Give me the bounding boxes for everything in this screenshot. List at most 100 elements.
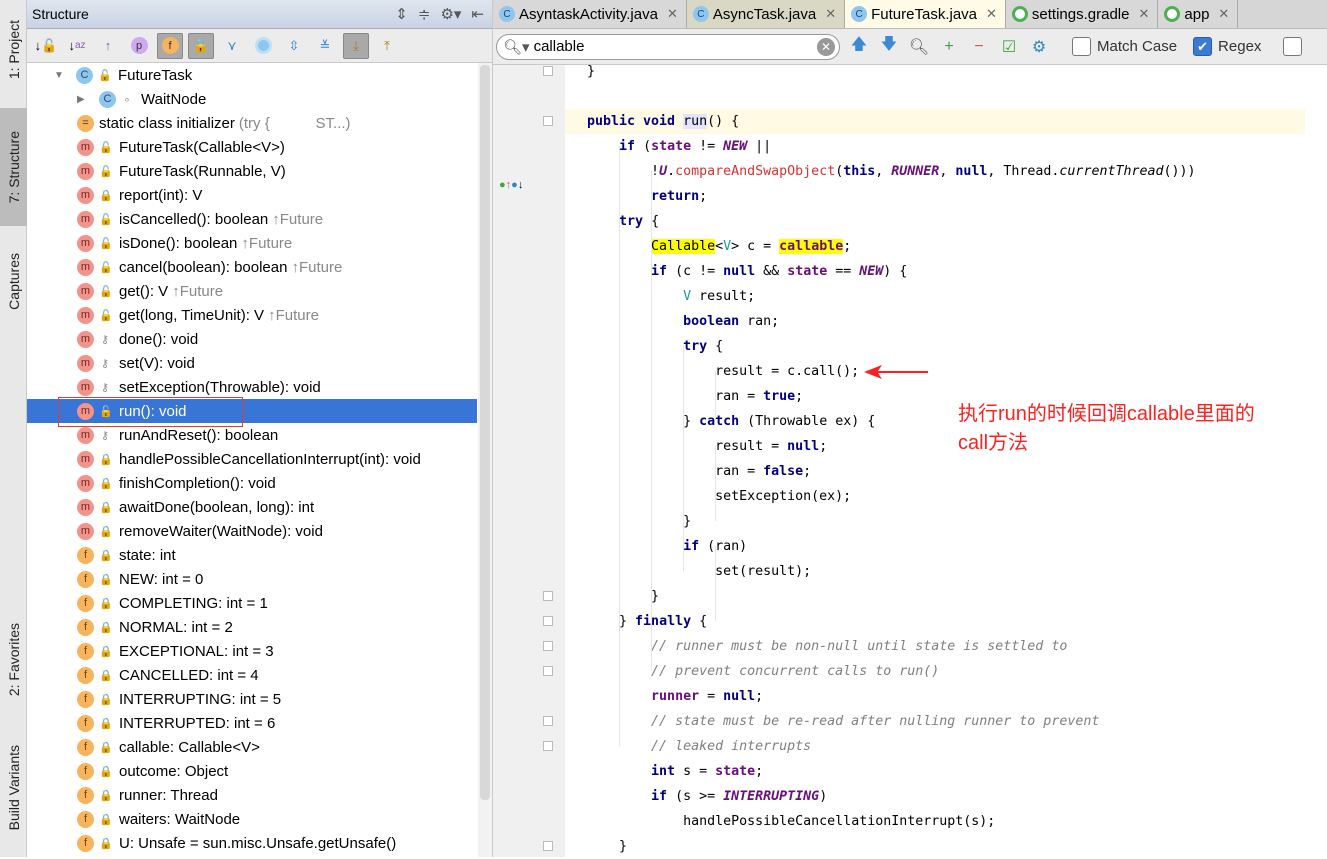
previous-occurrence-icon[interactable]: 🡅: [848, 33, 870, 60]
tree-item[interactable]: m 🔓 get(long, TimeUnit): V ↑Future: [27, 303, 477, 327]
tree-item[interactable]: f 🔒 state: int: [27, 543, 477, 567]
project-tool-tab[interactable]: 1: Project: [0, 0, 27, 100]
editor-tab[interactable]: C FutureTask.java ✕: [845, 0, 1006, 28]
find-all-icon[interactable]: 🔍︎: [908, 37, 930, 57]
tree-item[interactable]: f 🔒 U: Unsafe = sun.misc.Unsafe.getUnsafe(…: [27, 831, 477, 855]
tree-item[interactable]: f 🔒 runner: Thread: [27, 783, 477, 807]
match-case-box[interactable]: [1072, 37, 1091, 56]
sort-by-visibility-button[interactable]: ↓ 🔓: [33, 33, 59, 59]
regex-checkbox[interactable]: ✔ Regex: [1193, 37, 1261, 56]
tree-item[interactable]: m 🔓 isDone(): boolean ↑Future: [27, 231, 477, 255]
collapsed-arrow-icon[interactable]: ▶: [77, 94, 91, 105]
tree-item[interactable]: ▼ C 🔓 FutureTask: [27, 63, 477, 87]
next-occurrence-icon[interactable]: 🡇: [878, 33, 900, 60]
show-properties-button[interactable]: p: [126, 33, 152, 59]
tree-item[interactable]: f 🔒 NEW: int = 0: [27, 567, 477, 591]
tree-item[interactable]: f 🔒 INTERRUPTING: int = 5: [27, 687, 477, 711]
search-field[interactable]: 🔍︎▾ ✕: [496, 33, 840, 60]
fold-marker-icon[interactable]: [543, 66, 553, 76]
code-token: .: [667, 164, 676, 179]
regex-box[interactable]: ✔: [1193, 37, 1213, 56]
tree-item[interactable]: f 🔒 callable: Callable<V>: [27, 735, 477, 759]
autoscroll-to-source-button[interactable]: ⤓: [343, 32, 369, 59]
tree-item[interactable]: m 🔓 FutureTask(Callable<V>): [27, 135, 477, 159]
fold-marker-icon[interactable]: [543, 591, 553, 601]
search-input[interactable]: [533, 38, 817, 55]
words-checkbox[interactable]: [1283, 37, 1303, 56]
tree-item[interactable]: f 🔒 CANCELLED: int = 4: [27, 663, 477, 687]
tree-item[interactable]: m ⚷ done(): void: [27, 327, 477, 351]
add-occurrence-icon[interactable]: +: [938, 38, 960, 56]
expand-button[interactable]: ⇳: [281, 33, 307, 59]
expanded-arrow-icon[interactable]: ▼: [54, 70, 68, 81]
select-all-occurrences-icon[interactable]: ☑: [998, 37, 1020, 57]
sort-alphabetically-button[interactable]: ↓ az: [64, 33, 90, 59]
private-icon: 🔒: [99, 717, 113, 730]
code-token: setException(ex);: [715, 489, 852, 504]
tree-item[interactable]: m 🔒 report(int): V: [27, 183, 477, 207]
hide-panel-icon[interactable]: ⇤: [471, 5, 484, 23]
code-editor[interactable]: ●↑●↓ } public void run() { if (state != N…: [493, 64, 1327, 857]
show-non-public-button[interactable]: 🔒: [188, 32, 214, 59]
code-token: ())): [1163, 164, 1196, 179]
tree-item[interactable]: m 🔒 handlePossibleCancellationInterrupt(in…: [27, 447, 477, 471]
tree-item[interactable]: m 🔒 removeWaiter(WaitNode): void: [27, 519, 477, 543]
close-tab-icon[interactable]: ✕: [1218, 6, 1229, 22]
show-lambdas-button[interactable]: ⋎: [219, 33, 245, 59]
fold-marker-icon[interactable]: [543, 641, 553, 651]
show-anonymous-button[interactable]: [250, 33, 276, 59]
match-case-checkbox[interactable]: Match Case: [1072, 37, 1177, 56]
tree-item[interactable]: m 🔓 get(): V ↑Future: [27, 279, 477, 303]
tree-item[interactable]: m 🔒 finishCompletion(): void: [27, 471, 477, 495]
tree-item[interactable]: m ⚷ setException(Throwable): void: [27, 375, 477, 399]
build-variants-tool-tab[interactable]: Build Variants: [0, 725, 27, 850]
expand-all-icon[interactable]: ⇕: [395, 5, 408, 23]
close-tab-icon[interactable]: ✕: [667, 6, 678, 22]
fold-marker-icon[interactable]: [543, 741, 553, 751]
tree-item[interactable]: f 🔒 EXCEPTIONAL: int = 3: [27, 639, 477, 663]
tree-item[interactable]: f 🔒 outcome: Object: [27, 759, 477, 783]
editor-tab[interactable]: C AsyncTask.java ✕: [686, 0, 846, 28]
code-token: ran =: [715, 464, 764, 479]
tree-item[interactable]: f 🔒 INTERRUPTED: int = 6: [27, 711, 477, 735]
tree-item-label: get(long, TimeUnit): V: [119, 306, 265, 324]
tree-item[interactable]: m 🔓 cancel(boolean): boolean ↑Future: [27, 255, 477, 279]
favorites-tool-tab[interactable]: 2: Favorites: [0, 605, 27, 715]
gear-icon[interactable]: ⚙▾: [440, 5, 461, 23]
settings-gear-icon[interactable]: ⚙: [1028, 37, 1050, 57]
remove-occurrence-icon[interactable]: −: [968, 38, 990, 56]
tree-item[interactable]: f 🔒 NORMAL: int = 2: [27, 615, 477, 639]
tree-item[interactable]: m 🔓 FutureTask(Runnable, V): [27, 159, 477, 183]
editor-tab[interactable]: settings.gradle ✕: [1005, 0, 1159, 28]
captures-tool-tab[interactable]: Captures: [0, 236, 27, 326]
fold-marker-icon[interactable]: [543, 716, 553, 726]
structure-tool-tab[interactable]: 7: Structure: [0, 108, 27, 226]
override-implement-icon[interactable]: ●↑●↓: [499, 179, 523, 191]
show-inherited-button[interactable]: ↑: [95, 33, 121, 59]
tree-item[interactable]: = static class initializer (try { ST...): [27, 111, 477, 135]
collapse-button[interactable]: ≚: [312, 33, 338, 59]
autoscroll-from-source-button[interactable]: ⤒: [374, 33, 400, 59]
fold-marker-icon[interactable]: [543, 841, 553, 851]
show-fields-button[interactable]: f: [157, 32, 183, 59]
tree-item[interactable]: m 🔒 awaitDone(boolean, long): int: [27, 495, 477, 519]
fold-marker-icon[interactable]: [543, 666, 553, 676]
tree-item[interactable]: f 🔒 waiters: WaitNode: [27, 807, 477, 831]
close-tab-icon[interactable]: ✕: [986, 6, 997, 22]
scrollbar-thumb[interactable]: [480, 65, 490, 800]
tree-item[interactable]: m 🔓 isCancelled(): boolean ↑Future: [27, 207, 477, 231]
code-line: runner = null;: [587, 684, 1327, 709]
editor-tab[interactable]: app ✕: [1158, 0, 1239, 28]
structure-scrollbar[interactable]: [478, 63, 492, 857]
close-tab-icon[interactable]: ✕: [1138, 6, 1149, 22]
tree-item[interactable]: ▶ C ∘ WaitNode: [27, 87, 477, 111]
close-tab-icon[interactable]: ✕: [825, 6, 836, 22]
tree-item[interactable]: f 🔒 COMPLETING: int = 1: [27, 591, 477, 615]
collapse-all-icon[interactable]: ≑: [418, 5, 431, 23]
search-icon[interactable]: 🔍︎▾: [503, 38, 530, 56]
fold-marker-icon[interactable]: [543, 616, 553, 626]
editor-tab[interactable]: C AsyntaskActivity.java ✕: [493, 0, 687, 28]
tree-item[interactable]: m ⚷ set(V): void: [27, 351, 477, 375]
clear-search-icon[interactable]: ✕: [817, 37, 835, 56]
fold-marker-icon[interactable]: [543, 116, 553, 126]
